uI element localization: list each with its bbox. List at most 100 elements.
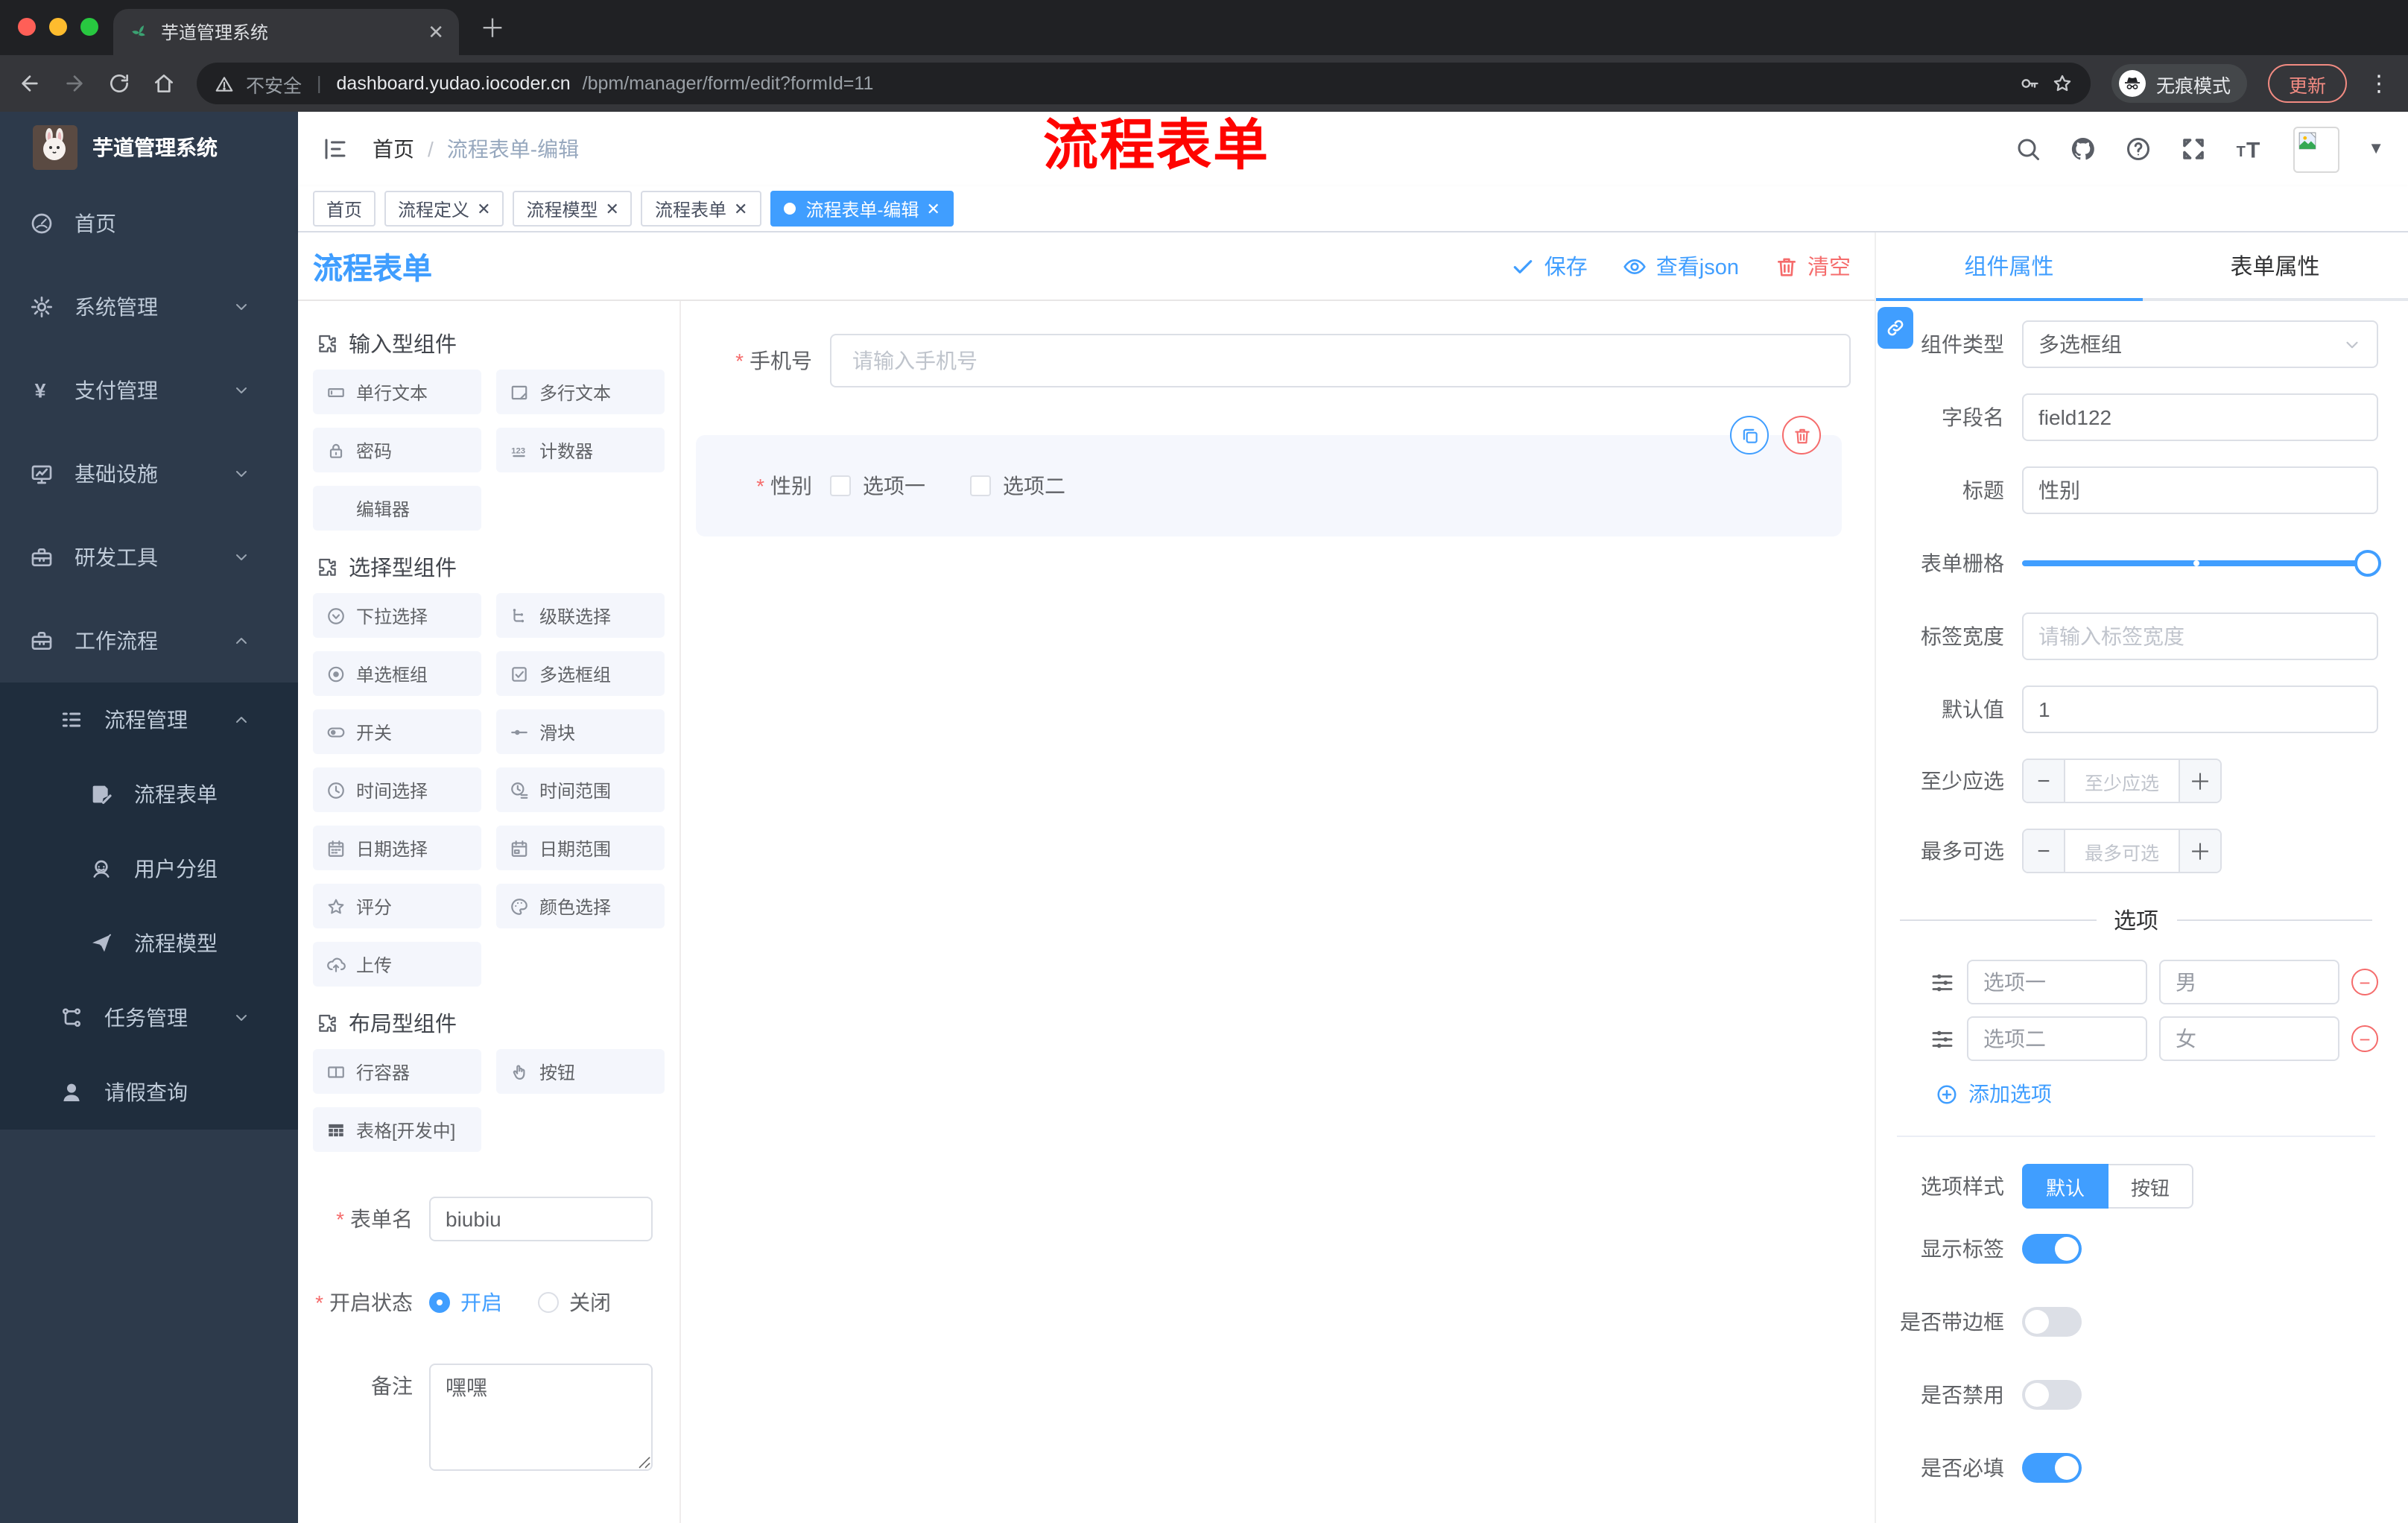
palette-item-评分[interactable]: 评分 [313, 884, 481, 928]
home-icon[interactable] [152, 72, 176, 95]
security-warning-icon[interactable] [215, 74, 234, 93]
address-bar[interactable]: 不安全 | dashboard.yudao.iocoder.cn/bpm/man… [197, 63, 2091, 104]
widget-delete-button[interactable] [1782, 416, 1821, 455]
form-name-input[interactable] [429, 1197, 653, 1241]
palette-item-日期范围[interactable]: 日期范围 [496, 826, 665, 870]
checkbox-square[interactable] [970, 475, 991, 496]
stepper-value[interactable]: 至少应选 [2065, 760, 2179, 802]
sidebar-item-流程模型[interactable]: 流程模型 [0, 906, 298, 981]
tag-首页[interactable]: 首页 [313, 191, 376, 227]
status-radio-开启[interactable]: 开启 [429, 1288, 502, 1317]
palette-item-下拉选择[interactable]: 下拉选择 [313, 593, 481, 638]
sidebar-item-首页[interactable]: 首页 [0, 182, 298, 265]
slider-handle[interactable] [2354, 550, 2381, 577]
gender-checkbox-选项一[interactable]: 选项一 [830, 471, 925, 501]
sidebar-item-系统管理[interactable]: 系统管理 [0, 265, 298, 349]
avatar[interactable] [2293, 126, 2340, 172]
option-style-按钮[interactable]: 按钮 [2108, 1164, 2194, 1209]
palette-item-时间选择[interactable]: 时间选择 [313, 767, 481, 812]
option-value-input[interactable] [2159, 1016, 2339, 1061]
palette-item-多行文本[interactable]: 多行文本 [496, 370, 665, 414]
phone-input[interactable] [830, 334, 1851, 387]
fullscreen-icon[interactable] [2180, 136, 2207, 162]
save-button[interactable]: 保存 [1512, 250, 1588, 282]
palette-item-行容器[interactable]: 行容器 [313, 1049, 481, 1094]
breadcrumb-home[interactable]: 首页 [373, 134, 414, 164]
palette-item-编辑器[interactable]: 编辑器 [313, 486, 481, 531]
palette-item-级联选择[interactable]: 级联选择 [496, 593, 665, 638]
option-label-input[interactable] [1967, 960, 2147, 1004]
new-tab-button[interactable]: ＋ [480, 7, 505, 45]
palette-item-颜色选择[interactable]: 颜色选择 [496, 884, 665, 928]
password-key-icon[interactable] [2019, 73, 2040, 94]
bookmark-star-icon[interactable] [2052, 73, 2073, 94]
title-input[interactable] [2022, 466, 2378, 514]
clear-button[interactable]: 清空 [1775, 250, 1851, 282]
checkbox-square[interactable] [830, 475, 851, 496]
palette-item-时间范围[interactable]: 时间范围 [496, 767, 665, 812]
remark-textarea[interactable]: 嘿嘿 [429, 1364, 653, 1471]
field-name-input[interactable] [2022, 393, 2378, 441]
window-minimize-button[interactable] [49, 18, 67, 36]
widget-copy-button[interactable] [1730, 416, 1769, 455]
tag-close-icon[interactable]: ✕ [734, 199, 747, 218]
palette-item-单选框组[interactable]: 单选框组 [313, 651, 481, 696]
tab-close-icon[interactable]: ✕ [428, 20, 444, 44]
sidebar-item-任务管理[interactable]: 任务管理 [0, 981, 298, 1055]
stepper-increase-button[interactable]: ＋ [2179, 760, 2220, 802]
tag-流程表单[interactable]: 流程表单 ✕ [641, 191, 761, 227]
label-width-input[interactable] [2022, 612, 2378, 660]
palette-item-表格[开发中][interactable]: 表格[开发中] [313, 1107, 481, 1152]
sidebar-item-流程表单[interactable]: 流程表单 [0, 757, 298, 832]
toggle-是否带边框[interactable] [2022, 1307, 2082, 1337]
sidebar-item-用户分组[interactable]: 用户分组 [0, 832, 298, 906]
option-remove-button[interactable]: − [2351, 969, 2378, 995]
default-value-input[interactable] [2022, 685, 2378, 733]
tag-close-icon[interactable]: ✕ [606, 199, 619, 218]
palette-item-日期选择[interactable]: 日期选择 [313, 826, 481, 870]
component-type-select[interactable]: 多选框组 [2022, 320, 2378, 368]
link-tab[interactable] [1878, 307, 1913, 349]
tag-流程模型[interactable]: 流程模型 ✕ [513, 191, 633, 227]
palette-item-滑块[interactable]: 滑块 [496, 709, 665, 754]
sidebar-item-基础设施[interactable]: 基础设施 [0, 432, 298, 516]
toggle-是否必填[interactable] [2022, 1453, 2082, 1483]
search-icon[interactable] [2015, 136, 2041, 162]
phone-field-row[interactable]: 手机号 [696, 334, 1851, 387]
sidebar-item-工作流程[interactable]: 工作流程 [0, 599, 298, 683]
window-zoom-button[interactable] [80, 18, 98, 36]
browser-tab[interactable]: 芋道管理系统 ✕ [113, 9, 459, 55]
sidebar-item-请假查询[interactable]: 请假查询 [0, 1055, 298, 1130]
option-remove-button[interactable]: − [2351, 1025, 2378, 1052]
option-value-input[interactable] [2159, 960, 2339, 1004]
back-icon[interactable] [18, 72, 42, 95]
tag-流程表单-编辑[interactable]: 流程表单-编辑 ✕ [770, 191, 954, 227]
toggle-显示标签[interactable] [2022, 1234, 2082, 1264]
toggle-是否禁用[interactable] [2022, 1380, 2082, 1410]
form-canvas[interactable]: 手机号 性别 选项一 选项二 [681, 301, 1875, 1523]
tag-close-icon[interactable]: ✕ [926, 199, 940, 218]
tab-组件属性[interactable]: 组件属性 [1876, 232, 2142, 301]
add-option-button[interactable]: 添加选项 [1894, 1079, 2378, 1109]
sidebar-fold-icon[interactable] [322, 136, 349, 162]
tab-表单属性[interactable]: 表单属性 [2142, 232, 2408, 301]
drag-handle-icon[interactable] [1930, 969, 1955, 995]
palette-item-密码[interactable]: 密码 [313, 428, 481, 472]
window-close-button[interactable] [18, 18, 36, 36]
drag-handle-icon[interactable] [1930, 1026, 1955, 1051]
github-icon[interactable] [2070, 136, 2097, 162]
palette-item-计数器[interactable]: 123 计数器 [496, 428, 665, 472]
reload-icon[interactable] [107, 72, 131, 95]
security-label[interactable]: 不安全 [246, 69, 302, 98]
palette-item-按钮[interactable]: 按钮 [496, 1049, 665, 1094]
palette-item-上传[interactable]: 上传 [313, 942, 481, 987]
palette-item-开关[interactable]: 开关 [313, 709, 481, 754]
option-label-input[interactable] [1967, 1016, 2147, 1061]
palette-item-单行文本[interactable]: 单行文本 [313, 370, 481, 414]
status-radio-关闭[interactable]: 关闭 [538, 1288, 611, 1317]
avatar-caret-icon[interactable]: ▼ [2368, 140, 2384, 158]
tag-流程定义[interactable]: 流程定义 ✕ [384, 191, 504, 227]
sidebar-item-研发工具[interactable]: 研发工具 [0, 516, 298, 599]
option-style-默认[interactable]: 默认 [2022, 1164, 2109, 1209]
tag-close-icon[interactable]: ✕ [477, 199, 490, 218]
